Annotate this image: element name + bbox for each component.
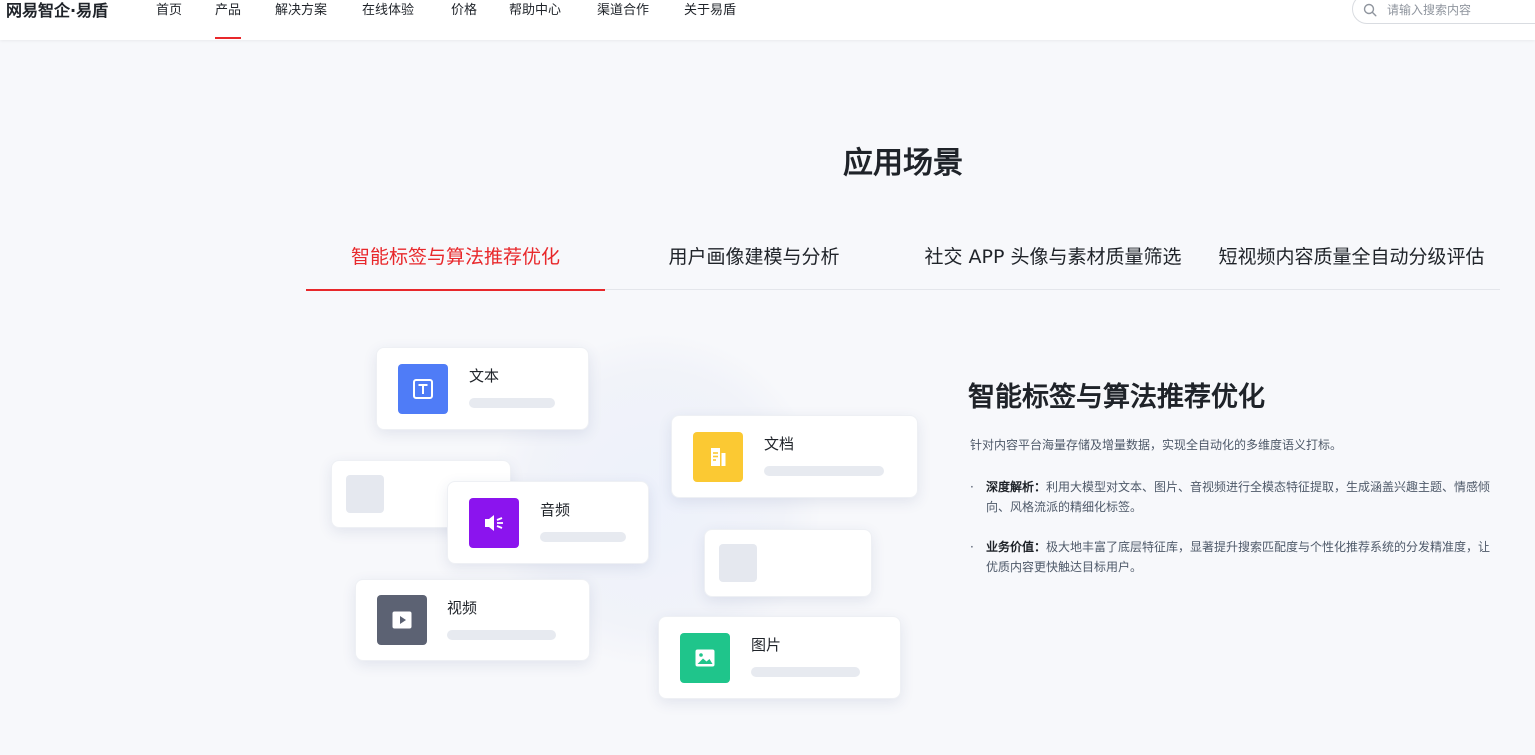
tab-smart-tagging[interactable]: 智能标签与算法推荐优化 [306, 242, 605, 291]
image-icon [680, 633, 730, 683]
text-icon [398, 364, 448, 414]
scenario-intro: 针对内容平台海量存储及增量数据，实现全自动化的多维度语义打标。 [970, 438, 1343, 452]
video-icon [377, 595, 427, 645]
nav-item-help-center[interactable]: 帮助中心 [509, 0, 561, 40]
card-label: 图片 [751, 636, 782, 654]
nav-item-pricing[interactable]: 价格 [451, 0, 477, 40]
nav-item-about[interactable]: 关于易盾 [684, 0, 736, 40]
skeleton-bar [764, 466, 884, 476]
nav-item-channel-partners[interactable]: 渠道合作 [597, 0, 649, 40]
top-nav: 网易智企·易盾 首页 产品 解决方案 在线体验 价格 帮助中心 渠道合作 关于易… [0, 0, 1535, 40]
text-card: 文本 [376, 347, 589, 430]
card-label: 文档 [764, 435, 795, 453]
scenario-title: 智能标签与算法推荐优化 [968, 382, 1265, 413]
skeleton-bar [469, 398, 555, 408]
audio-icon [469, 498, 519, 548]
placeholder-thumbnail [346, 475, 384, 513]
skeleton-bar [447, 630, 556, 640]
card-label: 音频 [540, 501, 571, 519]
card-label: 文本 [469, 367, 500, 385]
tab-short-video-grading[interactable]: 短视频内容质量全自动分级评估 [1203, 242, 1500, 290]
nav-item-solutions[interactable]: 解决方案 [275, 0, 327, 40]
benefit-text: 利用大模型对文本、图片、音视频进行全模态特征提取，生成涵盖兴趣主题、情感倾向、风… [986, 480, 1491, 514]
placeholder-thumbnail [719, 544, 757, 582]
benefit-point: · 业务价值：极大地丰富了底层特征库，显著提升搜索匹配度与个性化推荐系统的分发精… [970, 537, 1500, 577]
benefit-text: 极大地丰富了底层特征库，显著提升搜索匹配度与个性化推荐系统的分发精准度，让优质内… [986, 540, 1491, 574]
audio-card: 音频 [447, 481, 649, 564]
placeholder-card [704, 529, 872, 597]
tab-user-profiling[interactable]: 用户画像建模与分析 [605, 242, 903, 290]
search-icon[interactable] [1363, 3, 1377, 17]
brand-logo[interactable]: 网易智企·易盾 [6, 0, 108, 40]
document-icon [693, 432, 743, 482]
nav-item-online-demo[interactable]: 在线体验 [362, 0, 414, 40]
section-title: 应用场景 [843, 146, 963, 181]
nav-item-home[interactable]: 首页 [156, 0, 182, 40]
skeleton-bar [751, 667, 860, 677]
card-label: 视频 [447, 599, 478, 617]
bullet-dot: · [970, 480, 974, 494]
document-card: 文档 [671, 415, 918, 498]
image-card: 图片 [658, 616, 901, 699]
nav-item-products[interactable]: 产品 [215, 0, 242, 40]
skeleton-bar [540, 532, 626, 542]
bullet-dot: · [970, 540, 974, 554]
search-box[interactable] [1352, 0, 1535, 24]
search-input[interactable] [1387, 2, 1535, 18]
benefit-point: · 深度解析：利用大模型对文本、图片、音视频进行全模态特征提取，生成涵盖兴趣主题… [970, 477, 1500, 517]
video-card: 视频 [355, 579, 590, 661]
tab-social-avatar-screening[interactable]: 社交 APP 头像与素材质量筛选 [913, 242, 1193, 290]
benefit-label: 深度解析： [986, 480, 1047, 494]
benefit-label: 业务价值： [986, 540, 1047, 554]
